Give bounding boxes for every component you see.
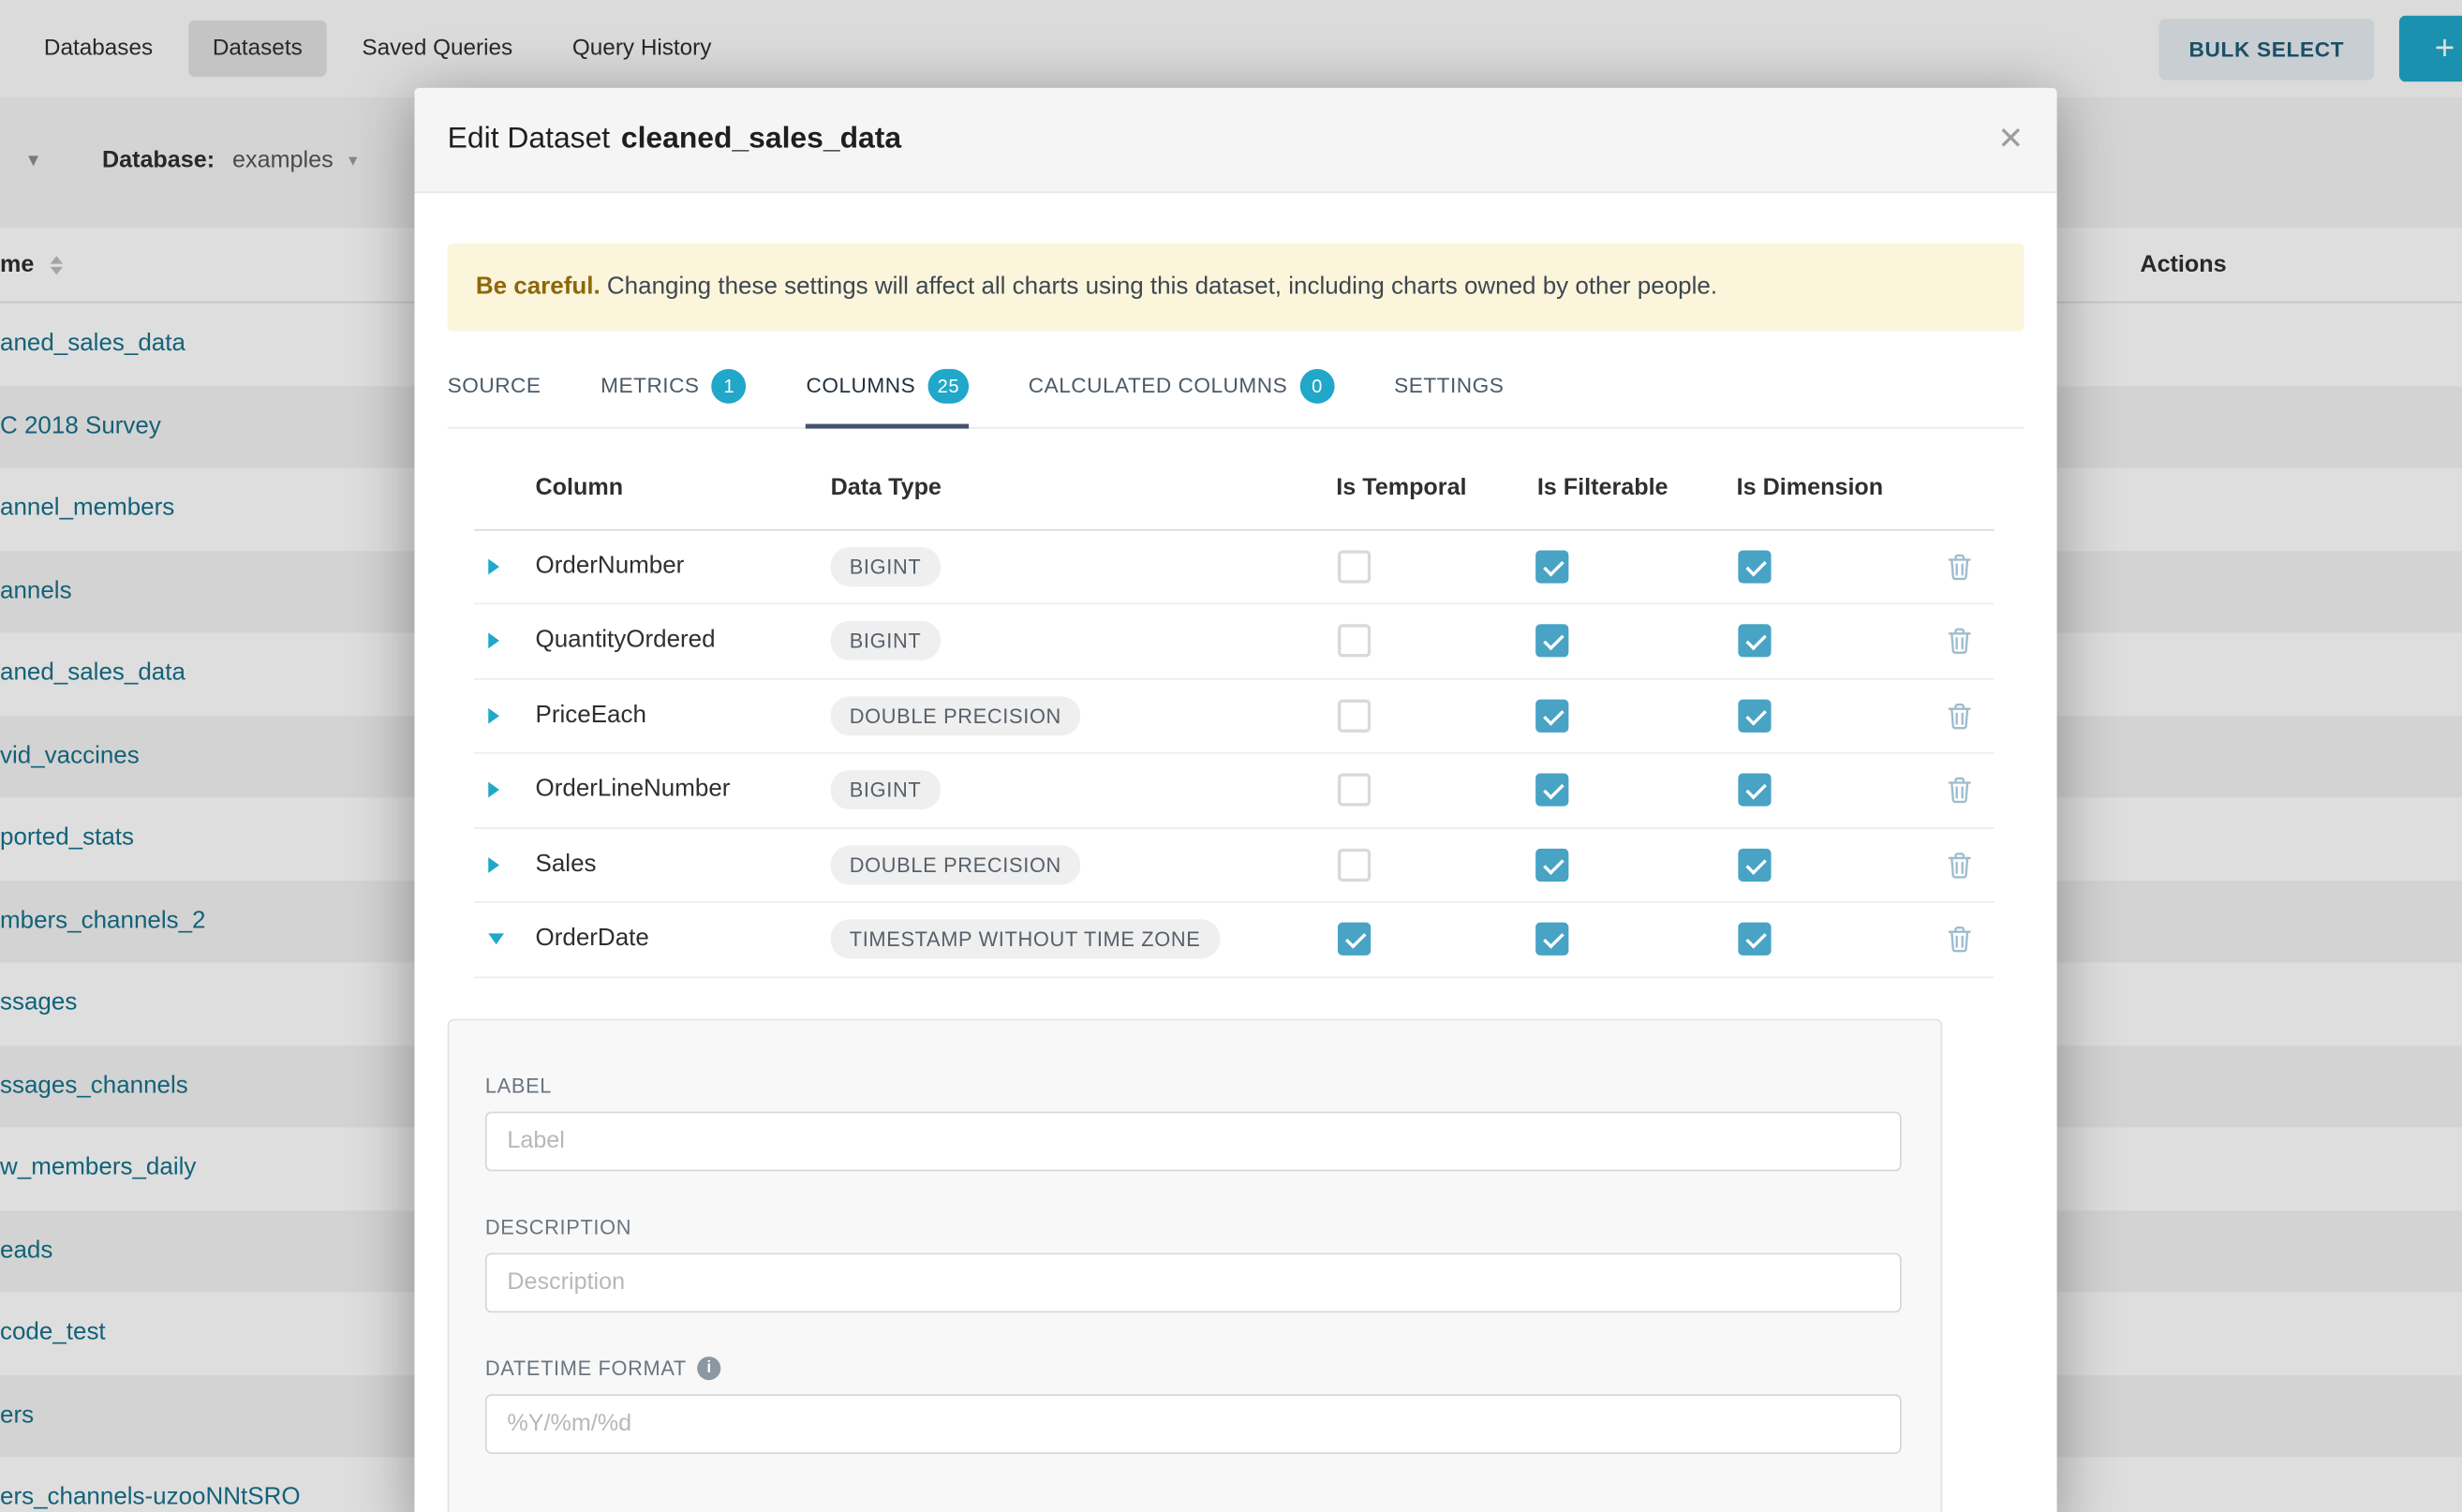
delete-column-icon[interactable] bbox=[1947, 777, 1972, 805]
delete-column-icon[interactable] bbox=[1947, 926, 1972, 954]
label-input[interactable] bbox=[485, 1111, 1902, 1171]
columns-table-body: OrderNumber BIGINT QuantityOrdered BIGIN… bbox=[474, 530, 1994, 978]
modal-tabs: SOURCE METRICS 1 COLUMNS 25 CALCULATED C… bbox=[448, 348, 2024, 428]
expand-caret-icon[interactable] bbox=[488, 857, 499, 873]
columns-table: Column Data Type Is Temporal Is Filterab… bbox=[474, 428, 1994, 978]
modal-tab[interactable]: SOURCE bbox=[448, 348, 541, 427]
dataset-name: cleaned_sales_data bbox=[621, 123, 901, 157]
delete-column-icon[interactable] bbox=[1947, 553, 1972, 581]
warning-bold: Be careful. bbox=[476, 274, 601, 300]
modal-title: Edit Dataset cleaned_sales_data bbox=[448, 123, 901, 157]
edit-dataset-modal: Edit Dataset cleaned_sales_data ✕ Be car… bbox=[414, 88, 2056, 1512]
delete-column-icon[interactable] bbox=[1947, 627, 1972, 655]
warning-banner: Be careful. Changing these settings will… bbox=[448, 244, 2024, 331]
is-dimension-checkbox[interactable] bbox=[1738, 700, 1771, 733]
description-input[interactable] bbox=[485, 1253, 1902, 1312]
is-filterable-checkbox[interactable] bbox=[1535, 625, 1568, 658]
column-name: PriceEach bbox=[536, 702, 646, 730]
datetime-format-input[interactable] bbox=[485, 1394, 1902, 1454]
is-filterable-checkbox[interactable] bbox=[1535, 550, 1568, 583]
is-temporal-checkbox[interactable] bbox=[1338, 923, 1371, 956]
column-row: OrderLineNumber BIGINT bbox=[474, 754, 1994, 829]
data-type-pill: BIGINT bbox=[831, 622, 941, 661]
is-filterable-checkbox[interactable] bbox=[1535, 849, 1568, 882]
column-row: PriceEach DOUBLE PRECISION bbox=[474, 679, 1994, 754]
modal-tab-label: SETTINGS bbox=[1394, 374, 1504, 397]
is-dimension-checkbox[interactable] bbox=[1738, 774, 1771, 807]
columns-table-header: Column Data Type Is Temporal Is Filterab… bbox=[474, 428, 1994, 530]
expand-caret-icon[interactable] bbox=[488, 934, 504, 945]
column-detail-panel: LABEL DESCRIPTION DATETIME FORMAT bbox=[448, 1018, 1943, 1512]
is-temporal-checkbox[interactable] bbox=[1338, 849, 1371, 882]
is-dimension-checkbox[interactable] bbox=[1738, 625, 1771, 658]
modal-header: Edit Dataset cleaned_sales_data ✕ bbox=[414, 88, 2056, 193]
is-filterable-header: Is Filterable bbox=[1537, 474, 1669, 500]
modal-tab-label: METRICS bbox=[601, 374, 699, 397]
is-dimension-header: Is Dimension bbox=[1737, 474, 1883, 500]
label-field-label: LABEL bbox=[485, 1074, 1905, 1097]
column-name: QuantityOrdered bbox=[536, 627, 716, 655]
column-row: OrderDate TIMESTAMP WITHOUT TIME ZONE bbox=[474, 903, 1994, 978]
modal-tab-label: SOURCE bbox=[448, 374, 541, 397]
modal-tab[interactable]: SETTINGS bbox=[1394, 348, 1504, 427]
tab-count-badge: 25 bbox=[928, 368, 969, 403]
data-type-header: Data Type bbox=[831, 474, 942, 500]
is-dimension-checkbox[interactable] bbox=[1738, 550, 1771, 583]
expand-caret-icon[interactable] bbox=[488, 782, 499, 798]
is-dimension-checkbox[interactable] bbox=[1738, 923, 1771, 956]
modal-tab-label: CALCULATED COLUMNS bbox=[1029, 374, 1287, 397]
info-icon[interactable] bbox=[698, 1356, 721, 1380]
modal-tab-label: COLUMNS bbox=[807, 374, 916, 397]
data-type-pill: DOUBLE PRECISION bbox=[831, 845, 1080, 884]
description-field: DESCRIPTION bbox=[485, 1215, 1905, 1312]
data-type-pill: DOUBLE PRECISION bbox=[831, 696, 1080, 735]
warning-text: Changing these settings will affect all … bbox=[607, 274, 1717, 300]
column-name: OrderDate bbox=[536, 926, 649, 954]
is-filterable-checkbox[interactable] bbox=[1535, 923, 1568, 956]
column-row: Sales DOUBLE PRECISION bbox=[474, 828, 1994, 903]
column-row: OrderNumber BIGINT bbox=[474, 530, 1994, 605]
delete-column-icon[interactable] bbox=[1947, 702, 1972, 730]
data-type-pill: BIGINT bbox=[831, 547, 941, 586]
column-name: OrderNumber bbox=[536, 553, 685, 581]
tab-count-badge: 0 bbox=[1300, 368, 1335, 403]
data-type-pill: TIMESTAMP WITHOUT TIME ZONE bbox=[831, 920, 1220, 959]
is-filterable-checkbox[interactable] bbox=[1535, 774, 1568, 807]
column-row: QuantityOrdered BIGINT bbox=[474, 605, 1994, 680]
datetime-format-field-label: DATETIME FORMAT bbox=[485, 1356, 1905, 1380]
column-header: Column bbox=[536, 474, 624, 500]
is-dimension-checkbox[interactable] bbox=[1738, 849, 1771, 882]
is-temporal-checkbox[interactable] bbox=[1338, 700, 1371, 733]
description-field-label: DESCRIPTION bbox=[485, 1215, 1905, 1238]
column-name: OrderLineNumber bbox=[536, 777, 731, 805]
data-type-pill: BIGINT bbox=[831, 771, 941, 810]
is-temporal-checkbox[interactable] bbox=[1338, 625, 1371, 658]
expand-caret-icon[interactable] bbox=[488, 559, 499, 575]
modal-tab[interactable]: METRICS 1 bbox=[601, 348, 747, 427]
tab-count-badge: 1 bbox=[712, 368, 747, 403]
modal-body: Be careful. Changing these settings will… bbox=[414, 193, 2056, 1512]
close-icon[interactable]: ✕ bbox=[1997, 124, 2024, 156]
expand-caret-icon[interactable] bbox=[488, 708, 499, 724]
delete-column-icon[interactable] bbox=[1947, 851, 1972, 879]
datetime-format-field: DATETIME FORMAT bbox=[485, 1356, 1905, 1454]
is-temporal-checkbox[interactable] bbox=[1338, 774, 1371, 807]
is-temporal-header: Is Temporal bbox=[1336, 474, 1466, 500]
modal-tab[interactable]: CALCULATED COLUMNS 0 bbox=[1029, 348, 1335, 427]
modal-tab[interactable]: COLUMNS 25 bbox=[807, 348, 970, 427]
is-temporal-checkbox[interactable] bbox=[1338, 550, 1371, 583]
label-field: LABEL bbox=[485, 1074, 1905, 1171]
is-filterable-checkbox[interactable] bbox=[1535, 700, 1568, 733]
expand-caret-icon[interactable] bbox=[488, 633, 499, 649]
column-name: Sales bbox=[536, 851, 597, 879]
